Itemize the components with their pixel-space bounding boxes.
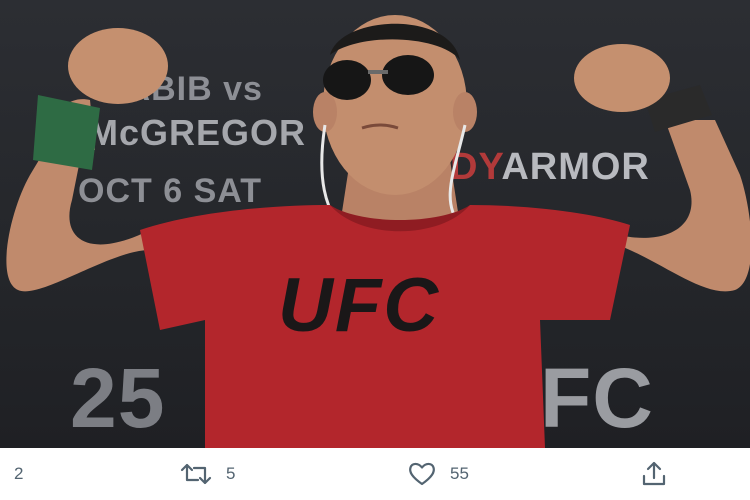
fighter-illustration [6, 15, 750, 448]
reply-count: 2 [14, 464, 24, 483]
retweet-icon [180, 461, 212, 487]
tweet-media-frame: HABIB vs McGREGOR OCT 6 SAT DYARMOR 25 F… [0, 0, 750, 500]
retweet-button[interactable]: 5 [180, 448, 235, 500]
tweet-photo[interactable]: HABIB vs McGREGOR OCT 6 SAT DYARMOR 25 F… [0, 0, 750, 448]
share-icon [640, 460, 668, 488]
heart-icon [408, 461, 436, 487]
tweet-action-bar: 2 5 55 [0, 448, 750, 500]
like-count: 55 [450, 464, 469, 483]
reply-button[interactable]: 2 [14, 448, 23, 500]
retweet-count: 5 [226, 464, 236, 483]
share-button[interactable] [640, 448, 668, 500]
like-button[interactable]: 55 [408, 448, 469, 500]
shirt-logo: UFC [278, 263, 441, 348]
